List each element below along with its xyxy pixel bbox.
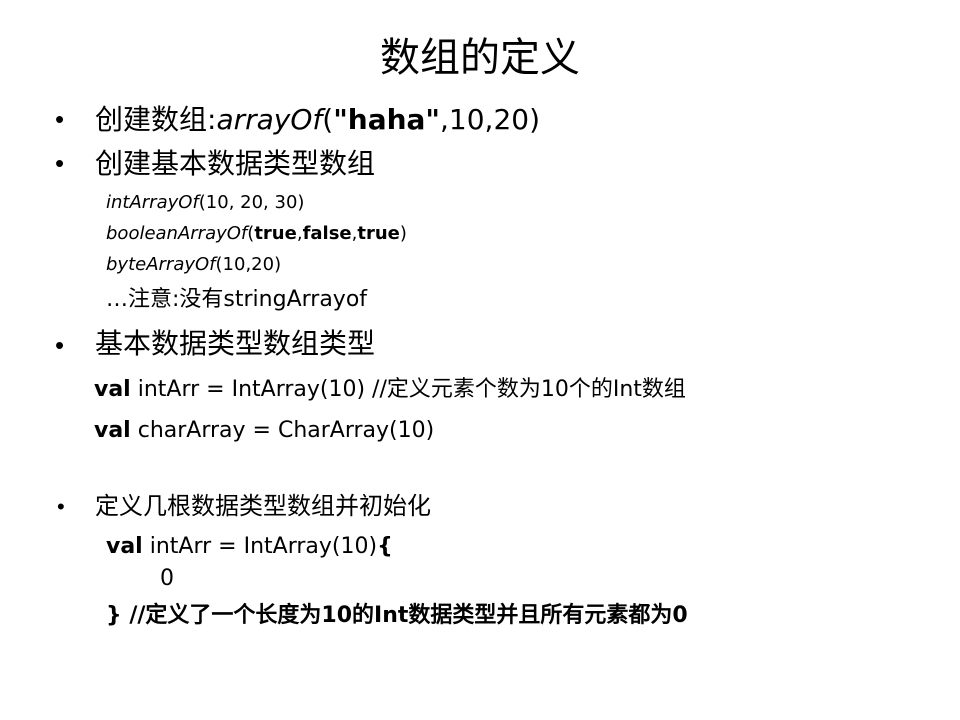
brace-close: } [106, 603, 122, 628]
code-line-booleanarrayof: booleanArrayOf(true,false,true) [106, 222, 407, 246]
bullet-dot: • [55, 330, 65, 360]
string-literal: "haha" [333, 103, 441, 136]
bool-literal: true [357, 223, 400, 244]
brace-open: { [377, 534, 393, 559]
code-line-intarray: val intArr = IntArray(10) //定义元素个数为10个的I… [94, 375, 686, 405]
code-line-close-comment: } //定义了一个长度为10的Int数据类型并且所有元素都为0 [106, 601, 688, 631]
code-comment: //定义了一个长度为10的Int数据类型并且所有元素都为0 [121, 603, 688, 628]
bullet-dot: • [57, 494, 65, 519]
paren-open: ( [322, 103, 334, 136]
bullet-dot: • [55, 104, 65, 134]
code-line-zero: 0 [160, 566, 174, 591]
bullet-primitive-array-types: 基本数据类型数组类型 [95, 327, 376, 360]
func-name: arrayOf [216, 103, 323, 136]
note-no-stringarrayof: …注意:没有stringArrayof [106, 287, 368, 312]
bullet-dot: • [55, 148, 65, 178]
keyword-val: val [106, 534, 143, 559]
code-line-intarrayof: intArrayOf(10, 20, 30) [106, 191, 304, 215]
code-rest: intArr = IntArray(10) //定义元素个数为10个的Int数组 [130, 377, 686, 402]
bullet-define-and-init: 定义几根数据类型数组并初始化 [95, 492, 431, 520]
paren-close: ) [399, 223, 407, 244]
func-name: byteArrayOf [106, 254, 216, 275]
keyword-val: val [94, 377, 131, 402]
code-line-bytearrayof: byteArrayOf(10,20) [106, 253, 281, 277]
bullet-create-array: 创建数组:arrayOf("haha",10,20) [95, 102, 540, 138]
args-rest: ,10,20) [440, 103, 541, 136]
bullet-primitive-arrays: 创建基本数据类型数组 [95, 147, 376, 180]
code-rest: charArray = CharArray(10) [130, 418, 435, 443]
func-name: intArrayOf [106, 192, 199, 213]
code-line-intarray-init: val intArr = IntArray(10){ [106, 532, 393, 562]
code-rest: intArr = IntArray(10) [142, 534, 378, 559]
bullet-prefix: 创建数组: [95, 103, 217, 136]
args: (10,20) [215, 254, 282, 275]
slide-title: 数组的定义 [380, 35, 580, 81]
keyword-val: val [94, 418, 131, 443]
args: (10, 20, 30) [198, 192, 305, 213]
func-name: booleanArrayOf [106, 223, 248, 244]
slide: 数组的定义 • 创建数组:arrayOf("haha",10,20) • 创建基… [0, 0, 960, 720]
bool-literal: true [254, 223, 297, 244]
bool-literal: false [302, 223, 352, 244]
code-line-chararray: val charArray = CharArray(10) [94, 416, 434, 446]
